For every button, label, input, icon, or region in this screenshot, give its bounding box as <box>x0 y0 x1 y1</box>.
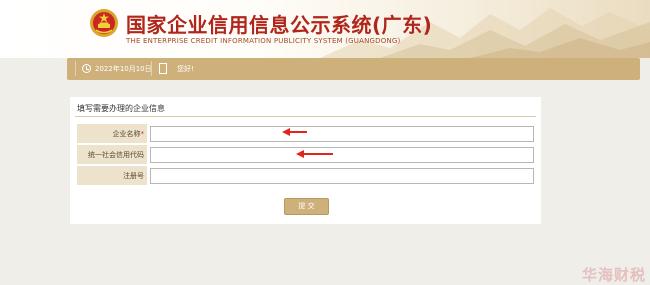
divider <box>75 116 536 117</box>
user-icon <box>159 63 167 74</box>
red-arrow-icon <box>296 150 333 158</box>
national-emblem-icon <box>90 9 118 37</box>
credit-code-label: 统一社会信用代码 <box>77 145 147 165</box>
company-name-input[interactable] <box>150 126 534 142</box>
current-date: 2022年10月10日 <box>95 65 152 73</box>
clock-icon <box>82 64 91 73</box>
divider <box>151 61 152 76</box>
site-header: 国家企业信用信息公示系统(广东) THE ENTERPRISE CREDIT I… <box>0 0 650 58</box>
company-name-label: 企业名称* <box>77 124 147 144</box>
form-row-registration-number: 注册号 <box>77 166 535 187</box>
submit-button[interactable]: 提 交 <box>284 198 329 215</box>
site-subtitle: THE ENTERPRISE CREDIT INFORMATION PUBLIC… <box>126 37 401 45</box>
panel-title: 填写需要办理的企业信息 <box>77 104 165 113</box>
info-bar: 2022年10月10日 您好! <box>67 58 640 80</box>
credit-code-input[interactable] <box>150 147 534 163</box>
red-arrow-icon <box>282 128 307 136</box>
required-mark: * <box>140 130 145 138</box>
site-title: 国家企业信用信息公示系统(广东) <box>126 13 433 37</box>
divider <box>75 61 76 76</box>
greeting-text: 您好! <box>177 65 194 73</box>
watermark: 华海财税 <box>581 266 646 284</box>
registration-number-input[interactable] <box>150 168 534 184</box>
registration-number-label: 注册号 <box>77 166 147 186</box>
